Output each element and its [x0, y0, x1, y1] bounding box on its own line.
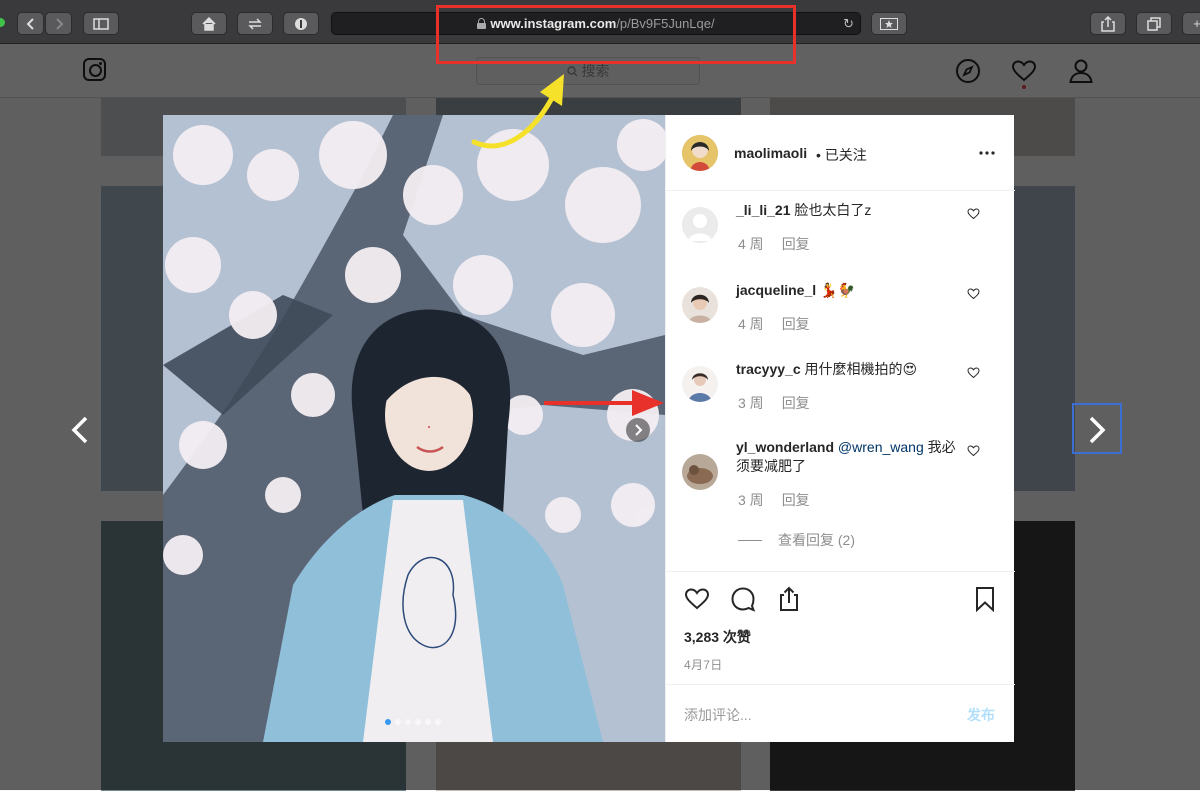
reply-button[interactable]: 回复 [782, 316, 810, 332]
comment-item: yl_wonderland @wren_wang 我必须要减肥了 3 周 回复 [682, 438, 1002, 528]
comment-text: tracyyy_c 用什麼相機拍的😍 [736, 360, 966, 379]
carousel-dot [405, 719, 411, 725]
commenter-avatar[interactable] [682, 207, 718, 243]
comment-username[interactable]: yl_wonderland [736, 439, 834, 455]
tabs-icon [1147, 16, 1161, 31]
avatar-image [682, 135, 718, 171]
chevron-right-icon [55, 17, 63, 30]
share-icon[interactable] [776, 586, 802, 612]
carousel-dot [385, 719, 391, 725]
photo-next-button[interactable] [626, 418, 650, 442]
comment-body: 脸也太白了z [794, 202, 872, 218]
comment-body: 💃🐓 [820, 282, 855, 298]
comment-meta: 4 周 回复 [738, 314, 828, 334]
save-bookmark-icon[interactable] [972, 586, 998, 612]
comment-time[interactable]: 3 周 [738, 395, 764, 411]
like-count[interactable]: 3,283 次赞 [684, 627, 751, 647]
star-icon [880, 17, 898, 30]
comment-time[interactable]: 4 周 [738, 236, 764, 252]
reply-button[interactable]: 回复 [782, 395, 810, 411]
comment-time[interactable]: 4 周 [738, 316, 764, 332]
comment-username[interactable]: _li_li_21 [736, 202, 791, 218]
carousel-dot [395, 719, 401, 725]
new-tab-button[interactable]: + [1182, 12, 1200, 35]
swap-icon [248, 17, 262, 30]
default-avatar-icon [682, 207, 718, 243]
view-replies-button[interactable]: 查看回复 (2) [738, 530, 855, 550]
avatar-image [682, 287, 718, 323]
annotation-red-box [436, 5, 796, 64]
sidebar-icon [93, 17, 109, 30]
share-button[interactable] [1090, 12, 1126, 35]
comment-item: _li_li_21 脸也太白了z 4 周 回复 [682, 201, 1002, 261]
follow-status[interactable]: • 已关注 [816, 145, 867, 165]
reply-button[interactable]: 回复 [782, 492, 810, 508]
comment-text: yl_wonderland @wren_wang 我必须要减肥了 [736, 438, 966, 476]
comment-username[interactable]: jacqueline_l [736, 282, 816, 298]
post-header: maolimaoli • 已关注 [666, 115, 1015, 191]
extension-button[interactable] [283, 12, 319, 35]
carousel-dot [435, 719, 441, 725]
annotation-highlight-box [1072, 403, 1122, 454]
back-button[interactable] [17, 12, 44, 35]
post-details-panel: maolimaoli • 已关注 _li_li_21 脸也太白了z 4 周回复 … [665, 115, 1015, 742]
post-date[interactable]: 4月7日 [684, 656, 723, 673]
commenter-avatar[interactable] [682, 454, 718, 490]
photo-illustration [163, 115, 665, 742]
comment-item: tracyyy_c 用什麼相機拍的😍 3 周 回复 [682, 360, 1002, 420]
comment-like-heart-icon[interactable] [967, 366, 980, 379]
shield-icon [295, 17, 307, 30]
home-button[interactable] [191, 12, 227, 35]
window-controls [0, 18, 5, 27]
add-comment-bar: 添加评论... 发布 [666, 684, 1015, 742]
avatar-image [682, 366, 718, 402]
comment-mention[interactable]: @wren_wang [838, 439, 924, 455]
tabs-button[interactable] [1136, 12, 1172, 35]
home-icon [202, 16, 216, 31]
comment-like-heart-icon[interactable] [967, 207, 980, 220]
carousel-dot [425, 719, 431, 725]
comment-text: jacqueline_l 💃🐓 [736, 281, 966, 300]
comment-meta: 3 周 回复 [738, 490, 828, 510]
chevron-left-icon [26, 17, 34, 30]
annotation-yellow-arrow-icon [471, 74, 564, 149]
commenter-avatar[interactable] [682, 287, 718, 323]
comment-input[interactable]: 添加评论... [684, 705, 752, 725]
post-modal: maolimaoli • 已关注 _li_li_21 脸也太白了z 4 周回复 … [163, 115, 1015, 742]
comment-time[interactable]: 3 周 [738, 492, 764, 508]
carousel-dot [415, 719, 421, 725]
comment-meta: 4 周 回复 [738, 234, 828, 254]
comment-item: jacqueline_l 💃🐓 4 周 回复 [682, 281, 1002, 341]
comment-body: 用什麼相機拍的😍 [804, 361, 918, 377]
comment-bubble-icon[interactable] [730, 586, 756, 612]
share-icon [1101, 15, 1115, 32]
commenter-avatar[interactable] [682, 366, 718, 402]
comment-like-heart-icon[interactable] [967, 287, 980, 300]
author-avatar[interactable] [682, 135, 718, 171]
comment-username[interactable]: tracyyy_c [736, 361, 801, 377]
swap-button[interactable] [237, 12, 273, 35]
reply-button[interactable]: 回复 [782, 236, 810, 252]
bookmark-button[interactable] [871, 12, 907, 35]
post-actions: 3,283 次赞 4月7日 [666, 571, 1015, 684]
carousel-indicator [385, 719, 441, 725]
author-username[interactable]: maolimaoli [734, 145, 807, 161]
comment-text: _li_li_21 脸也太白了z [736, 201, 966, 220]
reload-icon[interactable]: ↻ [843, 16, 854, 32]
sidebar-toggle-button[interactable] [83, 12, 119, 35]
post-photo [163, 115, 665, 742]
previous-post-arrow-icon[interactable] [62, 410, 98, 450]
post-comment-button[interactable]: 发布 [967, 705, 995, 725]
like-heart-icon[interactable] [684, 586, 710, 612]
annotation-red-arrow-icon [544, 390, 664, 416]
avatar-image [682, 454, 718, 490]
more-options-icon[interactable] [979, 151, 995, 155]
chevron-right-icon [635, 424, 643, 436]
comment-meta: 3 周 回复 [738, 393, 828, 413]
comment-like-heart-icon[interactable] [967, 444, 980, 457]
forward-button[interactable] [45, 12, 72, 35]
